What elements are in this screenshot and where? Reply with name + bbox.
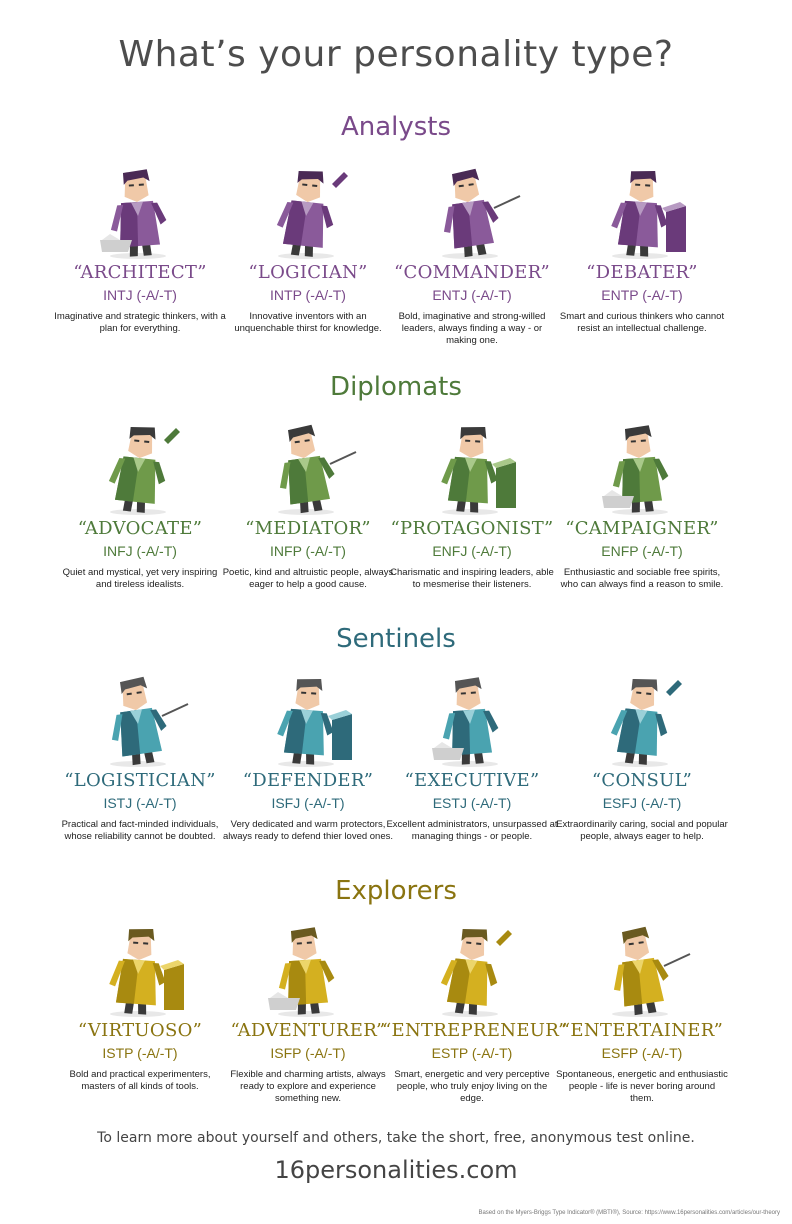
type-card: “MEDIATOR” INFP (-A/-T) Poetic, kind and a… [218,412,398,591]
type-name: “DEBATER” [586,262,698,283]
type-code: ESTJ (-A/-T) [432,795,512,811]
type-name: “LOGICIAN” [248,262,368,283]
type-code: ESFJ (-A/-T) [602,795,682,811]
character-illustration [582,412,702,516]
type-description: Excellent administrators, unsurpassed at… [386,819,558,842]
type-name: “ARCHITECT” [73,262,207,283]
group-title-analysts: Analysts [340,112,452,142]
character-illustration [248,412,368,516]
type-code: ISTJ (-A/-T) [103,795,177,811]
type-name: “VIRTUOSO” [77,1020,203,1041]
type-description: Bold and practical experimenters, master… [69,1069,211,1092]
character-illustration [582,664,702,768]
footer-source-note: Based on the Myers-Briggs Type Indicator… [478,1210,780,1216]
character-illustration [80,156,200,260]
type-name: “PROTAGONIST” [390,518,554,539]
type-card: “PROTAGONIST” ENFJ (-A/-T) Charismatic and… [382,412,562,591]
type-code: INFJ (-A/-T) [103,543,177,559]
type-card: “ENTERTAINER” ESFP (-A/-T) Spontaneous, en… [552,914,732,1105]
character-illustration [248,156,368,260]
type-name: “ADVENTURER” [230,1020,386,1041]
type-code: ENTJ (-A/-T) [432,287,512,303]
character-illustration [412,156,532,260]
footer-website-link[interactable]: 16personalities.com [0,1156,792,1184]
type-description: Poetic, kind and altruistic people, alwa… [222,567,394,590]
type-code: ESFP (-A/-T) [601,1045,683,1061]
type-name: “MEDIATOR” [245,518,371,539]
footer-call-to-action: To learn more about yourself and others,… [97,1130,695,1146]
type-card: “DEFENDER” ISFJ (-A/-T) Very dedicated and… [218,664,398,843]
group-title-explorers: Explorers [335,876,457,906]
type-card: “ARCHITECT” INTJ (-A/-T) Imaginative and s… [50,156,230,335]
type-card: “ENTREPRENEUR” ESTP (-A/-T) Smart, energet… [382,914,568,1105]
type-card: “CONSUL” ESFJ (-A/-T) Extraordinarily cari… [552,664,732,843]
type-card: “CAMPAIGNER” ENFP (-A/-T) Enthusiastic and… [552,412,732,591]
type-description: Practical and fact-minded individuals, w… [61,819,219,842]
type-code: ENFJ (-A/-T) [432,543,512,559]
character-illustration [80,412,200,516]
type-code: INTP (-A/-T) [270,287,346,303]
page-title: What’s your personality type? [118,34,674,75]
type-code: ESTP (-A/-T) [431,1045,513,1061]
type-name: “DEFENDER” [242,770,374,791]
type-description: Enthusiastic and sociable free spirits, … [560,567,724,590]
group-title-diplomats: Diplomats [330,372,462,402]
type-description: Quiet and mystical, yet very inspiring a… [62,567,218,590]
type-card: “LOGICIAN” INTP (-A/-T) Innovative invento… [218,156,398,335]
character-illustration [412,664,532,768]
type-description: Extraordinarily caring, social and popul… [556,819,728,842]
type-name: “ADVOCATE” [77,518,203,539]
type-card: “VIRTUOSO” ISTP (-A/-T) Bold and practical… [50,914,230,1093]
type-card: “ADVENTURER” ISFP (-A/-T) Flexible and cha… [218,914,398,1105]
type-code: ENTP (-A/-T) [601,287,683,303]
type-code: ISFJ (-A/-T) [271,795,345,811]
type-code: ISFP (-A/-T) [270,1045,346,1061]
type-description: Very dedicated and warm protectors, alwa… [222,819,394,842]
character-illustration [412,412,532,516]
type-description: Charismatic and inspiring leaders, able … [390,567,554,590]
type-description: Smart, energetic and very perceptive peo… [394,1069,550,1104]
type-description: Flexible and charming artists, always re… [230,1069,386,1104]
type-card: “COMMANDER” ENTJ (-A/-T) Bold, imaginative… [382,156,562,347]
type-description: Imaginative and strategic thinkers, with… [54,311,226,334]
character-illustration [412,914,532,1018]
character-illustration [582,914,702,1018]
type-description: Innovative inventors with an unquenchabl… [234,311,382,334]
type-card: “EXECUTIVE” ESTJ (-A/-T) Excellent adminis… [382,664,562,843]
type-card: “LOGISTICIAN” ISTJ (-A/-T) Practical and f… [50,664,230,843]
character-illustration [582,156,702,260]
type-name: “CAMPAIGNER” [565,518,719,539]
type-name: “COMMANDER” [394,262,550,283]
type-description: Bold, imaginative and strong-willed lead… [398,311,546,346]
type-card: “DEBATER” ENTP (-A/-T) Smart and curious t… [552,156,732,335]
character-illustration [248,664,368,768]
type-name: “CONSUL” [591,770,693,791]
type-name: “ENTERTAINER” [560,1020,724,1041]
type-code: ENFP (-A/-T) [601,543,683,559]
type-name: “EXECUTIVE” [404,770,540,791]
group-title-sentinels: Sentinels [336,624,456,654]
type-name: “ENTREPRENEUR” [382,1020,568,1041]
type-code: ISTP (-A/-T) [102,1045,178,1061]
type-card: “ADVOCATE” INFJ (-A/-T) Quiet and mystical… [50,412,230,591]
character-illustration [248,914,368,1018]
character-illustration [80,914,200,1018]
type-description: Spontaneous, energetic and enthusiastic … [556,1069,728,1104]
type-code: INTJ (-A/-T) [103,287,177,303]
character-illustration [80,664,200,768]
type-code: INFP (-A/-T) [270,543,346,559]
type-name: “LOGISTICIAN” [64,770,216,791]
type-description: Smart and curious thinkers who cannot re… [559,311,725,334]
